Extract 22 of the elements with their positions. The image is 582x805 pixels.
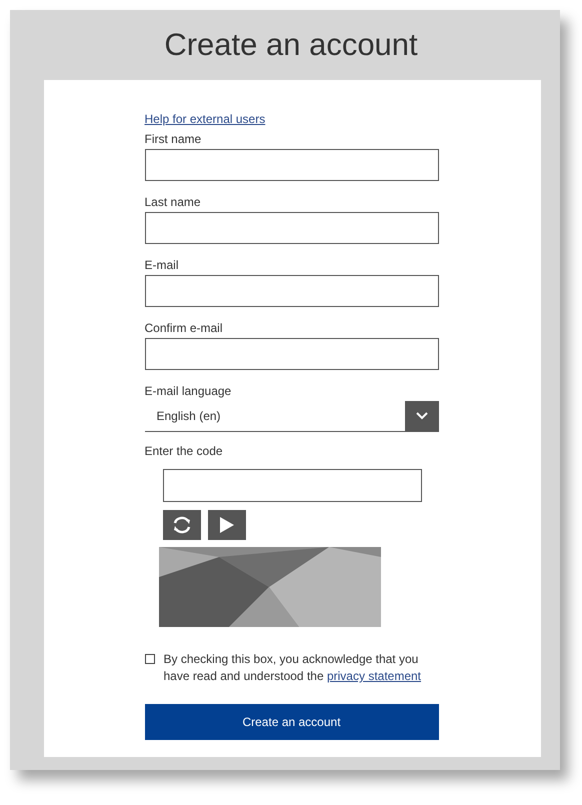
play-icon <box>218 516 234 534</box>
field-label: Confirm e-mail <box>144 320 223 336</box>
input-field[interactable] <box>144 275 438 307</box>
captcha-input[interactable] <box>162 469 422 502</box>
create-account-button[interactable]: Create an account <box>144 704 438 740</box>
input-field[interactable] <box>144 212 438 244</box>
input-field[interactable] <box>144 338 438 370</box>
consent-checkbox[interactable] <box>144 654 154 664</box>
page-title: Create an account <box>164 26 418 64</box>
consent-text: By checking this box, you acknowledge that you have read and understood the privacy statement <box>164 651 422 685</box>
privacy-statement-link[interactable]: privacy statement <box>326 669 422 683</box>
field-label: Last name <box>144 194 201 210</box>
field-label: First name <box>144 131 202 147</box>
chevron-down-icon <box>416 412 428 420</box>
language-dropdown[interactable]: English (en) <box>144 401 438 432</box>
field-label: E-mail language <box>144 383 232 399</box>
help-link[interactable]: Help for external users <box>144 111 266 127</box>
play-button[interactable] <box>208 510 246 540</box>
field-label: Enter the code <box>144 443 223 459</box>
input-field[interactable] <box>144 149 438 181</box>
refresh-button[interactable] <box>162 510 200 540</box>
field-label: E-mail <box>144 257 179 273</box>
